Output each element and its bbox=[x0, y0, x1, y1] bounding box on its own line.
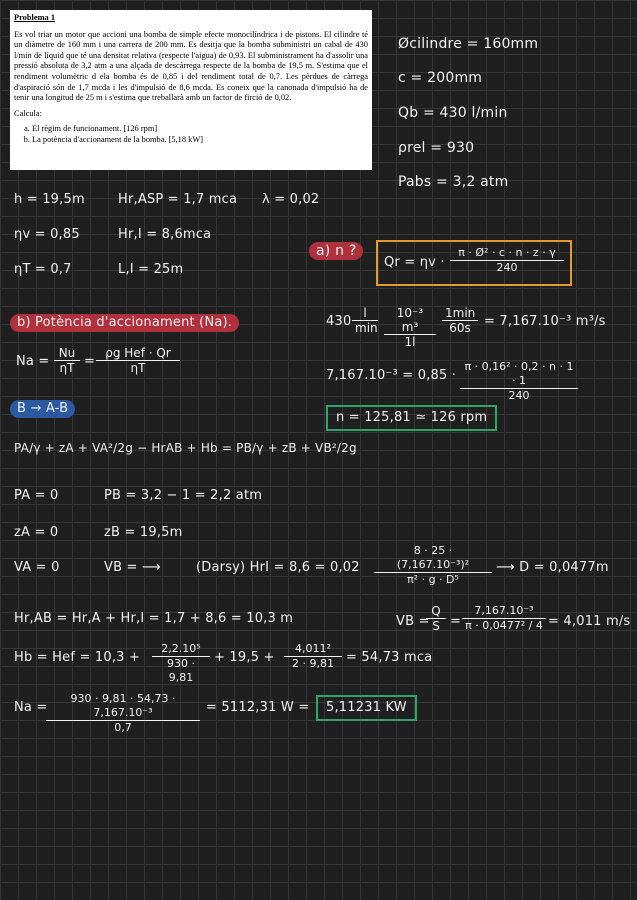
na-final-num: 930 · 9,81 · 54,73 · 7,167.10⁻³ bbox=[46, 692, 200, 721]
conversion-result: = 7,167.10⁻³ m³/s bbox=[484, 314, 606, 329]
question-b: La potència d'accionament de la bomba. [… bbox=[32, 135, 368, 146]
given-eta-v: ηv = 0,85 bbox=[14, 227, 80, 242]
hb-fraction-2: 4,011² 2 · 9,81 bbox=[284, 642, 342, 671]
hb-lead: Hb = Hef = 10,3 + bbox=[14, 650, 141, 665]
darcy-num: 8 · 25 · (7,167.10⁻³)² bbox=[374, 544, 492, 573]
part-a-formula-box: Qr = ηv · π · Ø² · c · n · z · γ 240 bbox=[376, 240, 572, 286]
hb-f1-den: 930 · 9,81 bbox=[167, 657, 195, 684]
given-stroke: c = 200mm bbox=[398, 70, 483, 86]
na-f1-den: ηT bbox=[59, 361, 75, 375]
bernoulli-equation: PA/γ + zA + VA²/2g − HrAB + Hb = PB/γ + … bbox=[14, 441, 357, 455]
darcy-result: ⟶ D = 0,0477m bbox=[496, 560, 609, 575]
speed-eq-den: 240 bbox=[508, 389, 530, 402]
hb-f2-num: 4,011² bbox=[284, 642, 342, 657]
conversion-f2: 10⁻³ m³ 1l bbox=[384, 306, 436, 349]
question-a: El règim de funcionament. [126 rpm] bbox=[32, 124, 368, 135]
part-b-label: b) Potència d'accionament (Na). bbox=[10, 314, 240, 332]
conversion-f3-den: 60s bbox=[449, 321, 471, 335]
na-final-mid: = 5112,31 W = bbox=[206, 700, 310, 715]
bernoulli-label: B → A-B bbox=[10, 400, 76, 418]
vb-f1-num: Q bbox=[426, 604, 446, 619]
na-lhs: Na = bbox=[16, 354, 50, 369]
given-flow: Qb = 430 l/min bbox=[398, 105, 508, 121]
hb-f2-den: 2 · 9,81 bbox=[292, 657, 334, 670]
given-length: L,I = 25m bbox=[118, 262, 184, 277]
hrab-line: Hr,AB = Hr,A + Hr,I = 1,7 + 8,6 = 10,3 m bbox=[14, 611, 294, 626]
part-a-formula-den: 240 bbox=[496, 261, 518, 274]
calc-label: Calcula: bbox=[14, 108, 42, 118]
speed-result: n = 125,81 ≃ 126 rpm bbox=[326, 405, 498, 431]
conversion-f3-num: 1min bbox=[442, 306, 478, 321]
given-density: ρrel = 930 bbox=[398, 140, 475, 156]
part-a-label: a) n ? bbox=[309, 242, 364, 260]
hb-fraction-1: 2,2.10⁵ 930 · 9,81 bbox=[152, 642, 210, 685]
conversion-f3: 1min 60s bbox=[442, 306, 478, 335]
given-diameter: Øcilindre = 160mm bbox=[398, 36, 539, 52]
na-equals: = bbox=[84, 354, 96, 369]
vb-value: VB = ⟶ bbox=[104, 560, 161, 575]
conversion-f2-num: 10⁻³ m³ bbox=[384, 306, 436, 335]
na-f1-num: Nu bbox=[54, 346, 80, 361]
darcy-den: π² · g · D⁵ bbox=[407, 573, 459, 586]
darcy-fraction: 8 · 25 · (7,167.10⁻³)² π² · g · D⁵ bbox=[374, 544, 492, 587]
na-final-result: 5,11231 KW bbox=[316, 695, 417, 721]
given-hr-i: Hr,I = 8,6mca bbox=[118, 227, 212, 242]
vb-fraction-2: 7,167.10⁻³ π · 0,0477² / 4 bbox=[462, 604, 546, 633]
part-a-formula-fraction: π · Ø² · c · n · z · γ 240 bbox=[450, 246, 564, 275]
problem-statement: Problema 1 Es vol triar un motor que acc… bbox=[10, 10, 372, 170]
given-hr-asp: Hr,ASP = 1,7 mca bbox=[118, 192, 238, 207]
part-a-formula-num: π · Ø² · c · n · z · γ bbox=[450, 246, 564, 261]
na-f2-num: ρg Hef · Qr bbox=[96, 346, 180, 361]
given-pressure: Pabs = 3,2 atm bbox=[398, 174, 509, 190]
na-final-fraction: 930 · 9,81 · 54,73 · 7,167.10⁻³ 0,7 bbox=[46, 692, 200, 735]
pa-value: PA = 0 bbox=[14, 488, 59, 503]
hb-result: = 54,73 mca bbox=[346, 650, 433, 665]
hb-f1-num: 2,2.10⁵ bbox=[152, 642, 210, 657]
given-eta-t: ηT = 0,7 bbox=[14, 262, 72, 277]
na-final-den: 0,7 bbox=[114, 721, 132, 734]
darcy-lead: (Darsy) HrI = 8,6 = 0,02 bbox=[196, 560, 360, 575]
conversion-f1: l min bbox=[352, 306, 378, 335]
given-lambda: λ = 0,02 bbox=[262, 192, 320, 207]
conversion-f1-num: l bbox=[352, 306, 378, 321]
vb-result: = 4,011 m/s bbox=[548, 614, 631, 629]
given-height: h = 19,5m bbox=[14, 192, 85, 207]
vb-fraction-1: Q S bbox=[426, 604, 446, 633]
question-list: El règim de funcionament. [126 rpm] La p… bbox=[14, 124, 368, 145]
vb-lhs: VB = bbox=[396, 614, 430, 629]
na-fraction-1: Nu ηT bbox=[54, 346, 80, 375]
vb-equals: = bbox=[450, 614, 462, 629]
conversion-lead: 430 bbox=[326, 314, 352, 329]
speed-eq-num: π · 0,16² · 0,2 · n · 1 · 1 bbox=[460, 360, 578, 389]
va-value: VA = 0 bbox=[14, 560, 60, 575]
speed-eq-fraction: π · 0,16² · 0,2 · n · 1 · 1 240 bbox=[460, 360, 578, 403]
zb-value: zB = 19,5m bbox=[104, 525, 183, 540]
za-value: zA = 0 bbox=[14, 525, 59, 540]
hb-mid: + 19,5 + bbox=[214, 650, 275, 665]
speed-eq-lhs: 7,167.10⁻³ = 0,85 · bbox=[326, 368, 457, 383]
vb-f2-den: π · 0,0477² / 4 bbox=[465, 619, 543, 632]
na-fraction-2: ρg Hef · Qr ηT bbox=[96, 346, 180, 375]
problem-text: Es vol triar un motor que accioni una bo… bbox=[14, 29, 368, 103]
na-f2-den: ηT bbox=[130, 361, 146, 375]
pb-value: PB = 3,2 − 1 = 2,2 atm bbox=[104, 488, 263, 503]
conversion-f2-den: 1l bbox=[404, 335, 416, 349]
conversion-f1-den: min bbox=[355, 321, 378, 335]
problem-title: Problema 1 bbox=[14, 13, 56, 22]
vb-f1-den: S bbox=[432, 619, 440, 633]
vb-f2-num: 7,167.10⁻³ bbox=[462, 604, 546, 619]
part-a-formula-lhs: Qr = ηv · bbox=[384, 255, 445, 270]
na-final-lhs: Na = bbox=[14, 700, 48, 715]
